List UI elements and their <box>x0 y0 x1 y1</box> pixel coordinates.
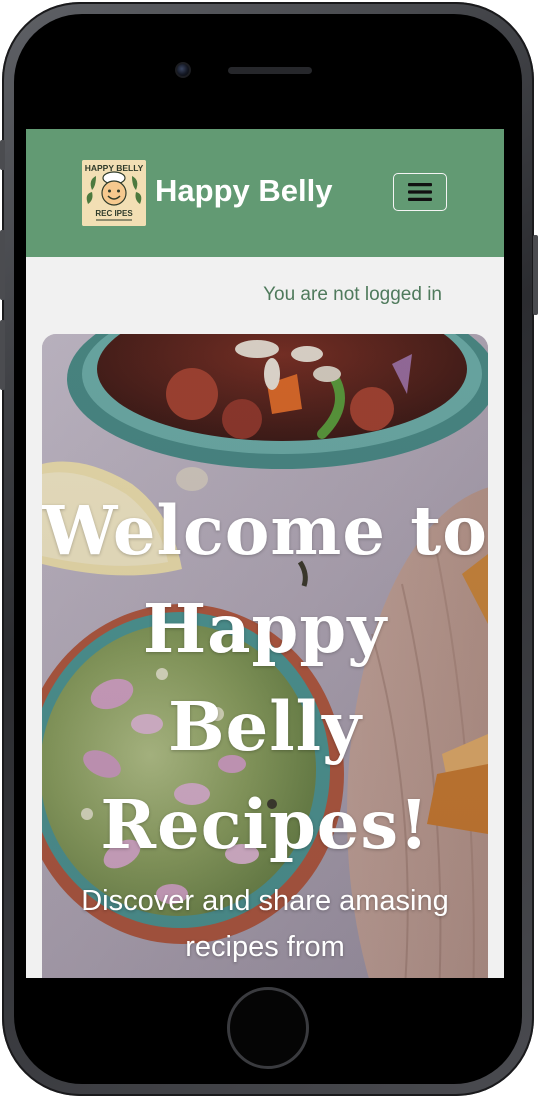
login-status-text: You are not logged in <box>263 284 442 305</box>
volume-up-button <box>0 230 5 300</box>
brand-logo[interactable]: HAPPY BELLY REC IPES <box>82 160 146 226</box>
front-camera <box>175 62 191 78</box>
navbar: HAPPY BELLY REC IPES Happy Belly <box>26 129 504 257</box>
hero-title: Welcome to Happy Belly Recipes! <box>42 491 488 864</box>
brand-name[interactable]: Happy Belly <box>155 169 332 213</box>
home-button[interactable] <box>227 987 309 1069</box>
smiling-chef-logo-icon: HAPPY BELLY REC IPES <box>82 160 146 226</box>
svg-text:REC IPES: REC IPES <box>95 209 133 218</box>
power-button <box>533 235 538 315</box>
hero-subtitle: Discover and share amasing recipes from <box>81 885 449 963</box>
phone-screen: HAPPY BELLY REC IPES Happy Belly You are… <box>26 129 504 978</box>
volume-down-button <box>0 320 5 390</box>
hero-banner: Welcome to Happy Belly Recipes! Discover… <box>42 334 488 978</box>
mute-switch <box>0 140 5 170</box>
navbar-toggler-button[interactable] <box>393 173 447 211</box>
hamburger-menu-icon <box>408 183 432 201</box>
earpiece-speaker <box>228 67 312 74</box>
